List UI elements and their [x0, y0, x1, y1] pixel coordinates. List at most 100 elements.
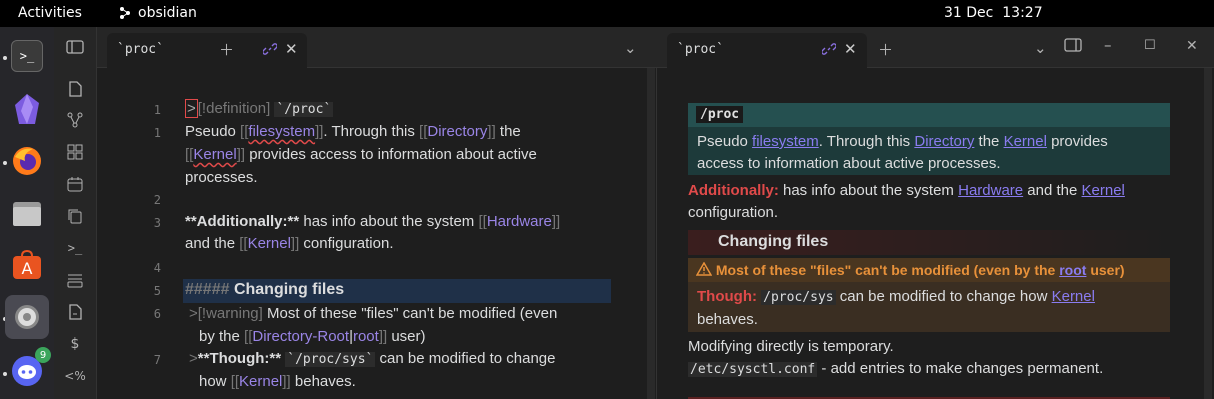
- right-sidebar-toggle-icon[interactable]: [1064, 38, 1082, 56]
- calendar-icon[interactable]: [65, 174, 85, 194]
- left-tab-header: `proc` ✕: [97, 27, 657, 68]
- callout-header: /proc: [688, 103, 1170, 127]
- dock-files[interactable]: [5, 191, 49, 235]
- dollar-icon[interactable]: $: [65, 334, 85, 354]
- internal-link[interactable]: Hardware: [958, 182, 1023, 199]
- dock-app-center[interactable]: A: [5, 243, 49, 287]
- dock-obsidian[interactable]: [5, 87, 49, 131]
- internal-link[interactable]: root: [1059, 262, 1086, 278]
- tab-proc-editor[interactable]: `proc` ✕: [107, 33, 307, 68]
- text: provides access to information about act…: [245, 146, 537, 163]
- wikilink[interactable]: filesystem: [248, 123, 315, 140]
- obsidian-ribbon: >_ $ <%: [54, 27, 97, 399]
- internal-link[interactable]: Directory: [914, 133, 974, 150]
- activities-button[interactable]: Activities: [18, 5, 82, 21]
- link-icon: [821, 42, 837, 60]
- internal-link[interactable]: Kernel: [1004, 133, 1047, 150]
- text: can be modified to change how: [835, 288, 1052, 305]
- text: user): [1086, 262, 1125, 278]
- clock-date: 31 Dec: [944, 5, 994, 21]
- line-number: 1: [153, 126, 161, 140]
- text: and the: [1023, 182, 1082, 199]
- callout-marker: >: [189, 350, 198, 367]
- internal-link[interactable]: filesystem: [752, 133, 819, 150]
- heading-marker: #####: [185, 281, 230, 298]
- canvas-icon[interactable]: [65, 142, 85, 162]
- text: . Through this: [323, 123, 420, 140]
- paragraph: Modifying directly is temporary.: [688, 338, 894, 355]
- internal-link[interactable]: Kernel: [1052, 288, 1095, 305]
- dock-settings[interactable]: [5, 295, 49, 339]
- text: Most of these "files" can't be modified …: [262, 305, 558, 322]
- link-bracket: ]]: [551, 213, 561, 230]
- wikilink-alias[interactable]: root: [353, 328, 379, 345]
- paragraph: Additionally: has info about the system …: [688, 182, 1125, 199]
- minimize-icon[interactable]: –: [1104, 36, 1112, 54]
- text: Pseudo: [697, 133, 753, 150]
- new-tab-icon[interactable]: ＋: [219, 39, 234, 60]
- chevron-down-icon[interactable]: ⌄: [1034, 39, 1047, 57]
- dock-discord[interactable]: 9: [5, 347, 51, 393]
- editor-scrollbar[interactable]: [647, 68, 655, 399]
- reading-view: /proc Pseudo filesystem. Through this Di…: [666, 68, 1214, 399]
- link-bracket: ]]: [487, 123, 496, 140]
- inline-code: `/proc/sys`: [285, 352, 376, 367]
- link-bracket: ]]: [378, 328, 388, 345]
- inline-code: /etc/sysctl.conf: [688, 362, 818, 377]
- callout-title: /proc: [696, 106, 744, 123]
- internal-link[interactable]: Kernel: [1082, 182, 1125, 199]
- chevron-down-icon[interactable]: ⌄: [624, 39, 637, 57]
- wikilink[interactable]: Kernel: [193, 146, 236, 163]
- text: behaves.: [290, 373, 356, 390]
- new-tab-icon[interactable]: ＋: [878, 39, 893, 60]
- callout-type: [!definition]: [197, 100, 271, 117]
- app-menu[interactable]: obsidian: [118, 5, 197, 21]
- preview-scrollbar[interactable]: [1204, 68, 1212, 399]
- close-tab-icon[interactable]: ✕: [844, 40, 857, 58]
- file-open-icon[interactable]: [65, 79, 85, 99]
- close-tab-icon[interactable]: ✕: [285, 40, 298, 58]
- list-add-icon[interactable]: [65, 270, 85, 290]
- file-export-icon[interactable]: [65, 302, 85, 322]
- wikilink[interactable]: Directory-Root: [252, 328, 349, 345]
- text: can be modified to change: [375, 350, 556, 367]
- text: has info about the system: [299, 213, 479, 230]
- clock[interactable]: 31 Dec 13:27: [944, 5, 1043, 21]
- callout-marker: >: [189, 305, 198, 322]
- callout-body-line: behaves.: [697, 311, 758, 328]
- callout-marker: >: [185, 99, 198, 118]
- maximize-icon[interactable]: ☐: [1144, 38, 1156, 53]
- text: processes.: [185, 169, 258, 186]
- paragraph: configuration.: [688, 204, 779, 221]
- markdown-editor[interactable]: 1 1 2 3 4 5 6 7 > [!definition] `/proc` P…: [97, 68, 657, 399]
- editor-line: > [!definition] `/proc`: [185, 99, 334, 118]
- terminal-ribbon-icon[interactable]: >_: [65, 238, 85, 258]
- wikilink[interactable]: Hardware: [487, 213, 552, 230]
- wikilink[interactable]: Directory: [427, 123, 487, 140]
- wikilink[interactable]: Kernel: [248, 235, 291, 252]
- sidebar-toggle-icon[interactable]: [65, 37, 85, 57]
- heading-5: Changing files: [718, 233, 829, 250]
- link-bracket: ]]: [290, 235, 300, 252]
- dock-firefox[interactable]: [5, 139, 49, 183]
- tab-title: `proc`: [677, 42, 724, 57]
- folder-icon: [13, 202, 41, 226]
- link-bracket: [[: [230, 373, 240, 390]
- heading-text: Changing files: [229, 281, 345, 298]
- warning-icon: [695, 261, 716, 278]
- close-window-icon[interactable]: ✕: [1186, 38, 1198, 54]
- dock: >_ A 9: [0, 27, 54, 399]
- graph-icon[interactable]: [65, 110, 85, 130]
- editor-line: Pseudo [[filesystem]]. Through this [[Di…: [185, 123, 521, 140]
- line-number: 1: [153, 103, 161, 117]
- percent-icon[interactable]: <%: [64, 366, 85, 386]
- copy-icon[interactable]: [65, 206, 85, 226]
- line-number: 2: [153, 193, 161, 207]
- text: . Through this: [818, 133, 915, 150]
- wikilink[interactable]: Kernel: [239, 373, 282, 390]
- clock-time: 13:27: [1002, 5, 1043, 21]
- dock-terminal[interactable]: >_: [5, 34, 49, 78]
- text: - add entries to make changes permanent.: [817, 360, 1104, 377]
- tab-proc-preview[interactable]: `proc` ✕: [667, 33, 867, 68]
- warning-callout-title: Most of these "files" can't be modified …: [695, 261, 1125, 278]
